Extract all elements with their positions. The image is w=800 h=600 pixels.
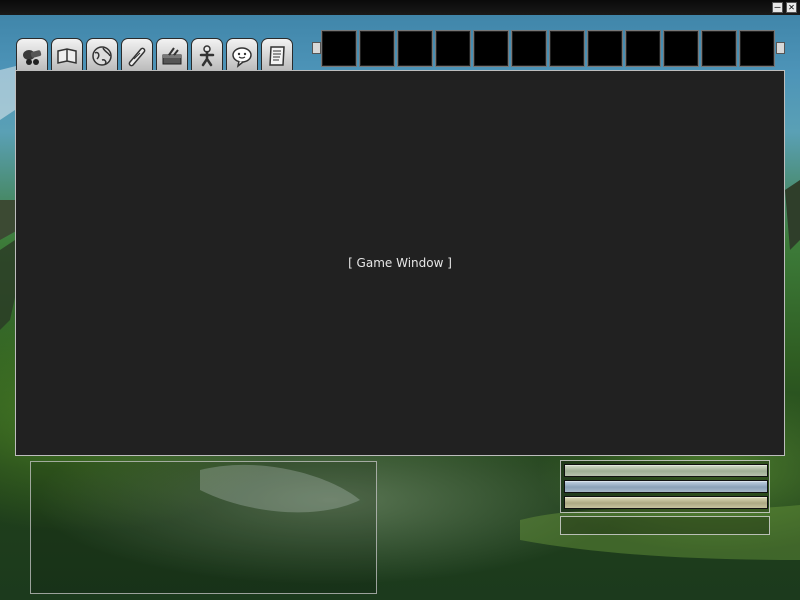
game-window-label: [ Game Window ] bbox=[348, 256, 452, 270]
hotbar-slot[interactable] bbox=[473, 30, 509, 67]
hotbar-slot[interactable] bbox=[549, 30, 585, 67]
hotbar-slot[interactable] bbox=[701, 30, 737, 67]
hotbar-slot[interactable] bbox=[511, 30, 547, 67]
emote-icon bbox=[232, 46, 252, 68]
tab-scroll[interactable] bbox=[121, 38, 153, 72]
cannon-icon bbox=[23, 49, 42, 65]
hotbar-slot[interactable] bbox=[321, 30, 357, 67]
hotbar-slot[interactable] bbox=[359, 30, 395, 67]
globe-icon bbox=[92, 45, 112, 66]
scroll-icon bbox=[128, 47, 146, 66]
hotbar-slot[interactable] bbox=[587, 30, 623, 67]
hotbar-right-cap bbox=[776, 42, 785, 54]
stat-bars-panel bbox=[560, 460, 770, 513]
tab-spellbook[interactable] bbox=[51, 38, 83, 72]
hotbar-slot[interactable] bbox=[663, 30, 699, 67]
health-bar bbox=[564, 464, 768, 477]
status-info-box bbox=[560, 516, 770, 535]
hotbar-slot[interactable] bbox=[435, 30, 471, 67]
close-button[interactable]: ✕ bbox=[786, 2, 797, 13]
title-bar: – ✕ bbox=[0, 0, 800, 15]
tab-quest-log[interactable] bbox=[261, 38, 293, 72]
tab-emote[interactable] bbox=[226, 38, 258, 72]
minimize-button[interactable]: – bbox=[772, 2, 783, 13]
hotbar-slot[interactable] bbox=[739, 30, 775, 67]
tab-character[interactable] bbox=[191, 38, 223, 72]
toolbox-icon bbox=[162, 46, 182, 64]
stamina-bar bbox=[564, 496, 768, 509]
quest-log-icon bbox=[269, 45, 285, 66]
tab-globe[interactable] bbox=[86, 38, 118, 72]
spellbook-icon bbox=[57, 47, 77, 64]
mana-bar bbox=[564, 480, 768, 493]
tab-toolbox[interactable] bbox=[156, 38, 188, 72]
hotbar-slot[interactable] bbox=[397, 30, 433, 67]
tab-cannon[interactable] bbox=[16, 38, 48, 72]
character-icon bbox=[199, 44, 215, 66]
chat-box[interactable] bbox=[30, 461, 377, 594]
game-window[interactable]: [ Game Window ] bbox=[15, 70, 785, 456]
hotbar-slot[interactable] bbox=[625, 30, 661, 67]
hotbar-left-cap bbox=[312, 42, 321, 54]
